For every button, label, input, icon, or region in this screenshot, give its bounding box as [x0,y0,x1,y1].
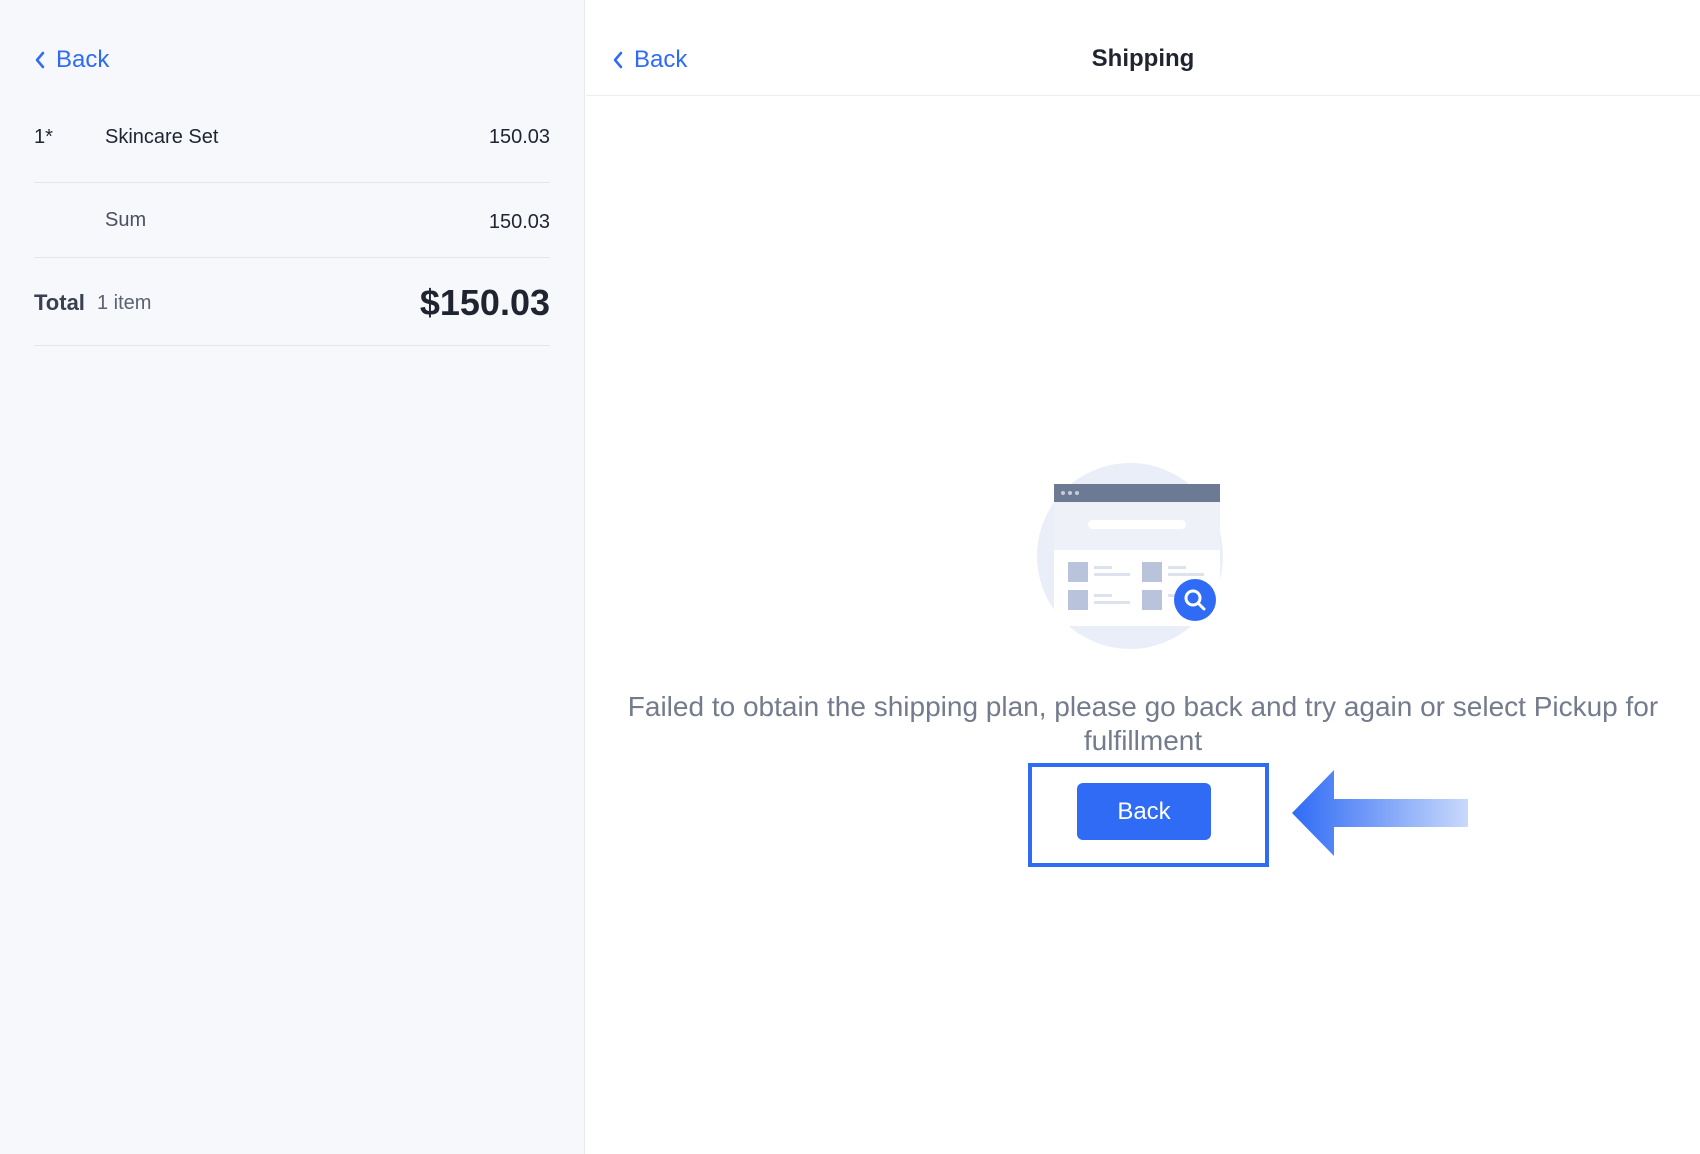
page-title: Shipping [1091,45,1195,72]
search-icon [1174,579,1216,621]
order-summary-panel: Back 1* Skincare Set 150.03 Sum 150.03 T… [0,0,585,1154]
item-name: Skincare Set [105,126,219,148]
left-back-label: Back [56,46,110,73]
chevron-left-icon [35,51,45,69]
total-value: $150.03 [419,282,550,323]
item-price: 150.03 [488,126,550,148]
sum-value: 150.03 [488,211,550,233]
shipping-header: Back Shipping [586,0,1700,96]
empty-state-illustration [1037,463,1223,649]
shipping-panel: Back Shipping Failed to obtain the shipp… [586,0,1700,1154]
left-back-link[interactable]: Back [34,46,109,74]
item-quantity: 1* [34,126,53,148]
sum-label: Sum [105,209,147,231]
total-label: Total [34,290,85,315]
total-row: Total 1 item $150.03 [34,258,550,346]
total-item-count: 1 item [97,292,152,314]
error-message: Failed to obtain the shipping plan, plea… [627,691,1659,756]
back-button[interactable]: Back [1077,783,1211,840]
line-item-row: 1* Skincare Set 150.03 [34,110,550,183]
sum-row: Sum 150.03 [34,183,550,258]
arrow-left-icon [1292,770,1468,856]
